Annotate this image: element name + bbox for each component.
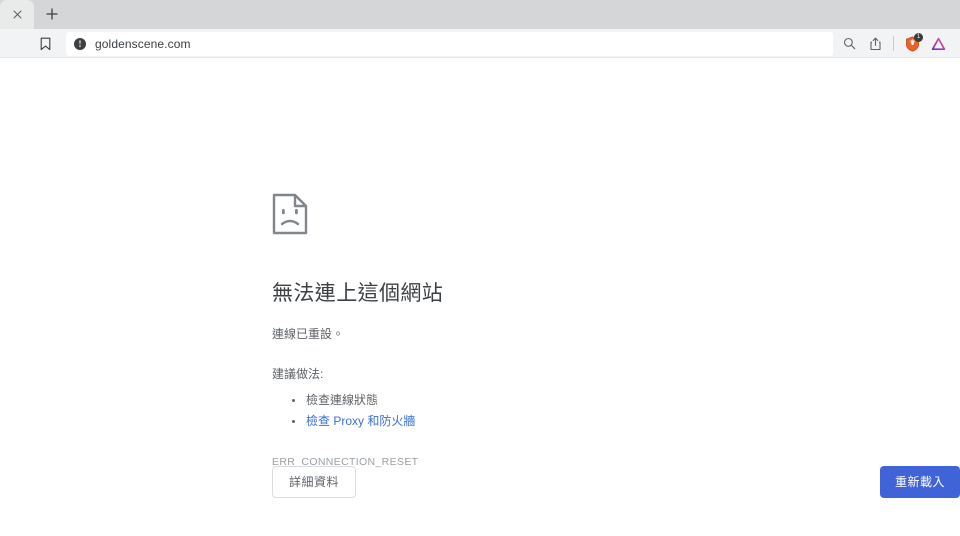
address-bar[interactable]: ! goldenscene.com xyxy=(66,31,833,56)
bookmark-icon[interactable] xyxy=(30,30,60,58)
shield-badge-count: 1 xyxy=(914,32,923,42)
search-icon[interactable] xyxy=(837,32,861,56)
reload-button[interactable]: 重新載入 xyxy=(879,466,960,499)
not-secure-info-icon[interactable]: ! xyxy=(74,37,86,50)
suggestion-text: 檢查連線狀態 xyxy=(306,393,379,407)
new-tab-button[interactable] xyxy=(38,0,66,28)
error-action-row: 詳細資料 重新載入 xyxy=(272,466,960,499)
brave-shield-icon[interactable]: 1 xyxy=(900,32,924,56)
browser-toolbar: ! goldenscene.com 1 xyxy=(0,29,960,58)
share-icon[interactable] xyxy=(863,32,887,56)
address-bar-url: goldenscene.com xyxy=(95,36,191,51)
list-item[interactable]: 檢查 Proxy 和防火牆 xyxy=(292,411,732,432)
error-subtitle: 連線已重設。 xyxy=(272,327,345,341)
browser-window: ! goldenscene.com 1 無法連上這個網站 連線已重設。 建議做法… xyxy=(0,0,960,536)
sad-page-icon xyxy=(272,193,308,235)
toolbar-divider xyxy=(893,36,894,51)
page-viewport: 無法連上這個網站 連線已重設。 建議做法: 檢查連線狀態 檢查 Proxy 和防… xyxy=(0,58,960,536)
browser-tab-active[interactable] xyxy=(0,0,34,29)
close-icon[interactable] xyxy=(9,7,25,23)
suggestions-label: 建議做法: xyxy=(272,367,324,381)
proxy-firewall-link[interactable]: 檢查 Proxy 和防火牆 xyxy=(306,414,415,428)
list-item: 檢查連線狀態 xyxy=(292,390,732,411)
page-title: 無法連上這個網站 xyxy=(272,282,444,305)
error-content: 無法連上這個網站 連線已重設。 建議做法: 檢查連線狀態 檢查 Proxy 和防… xyxy=(272,193,732,468)
details-button[interactable]: 詳細資料 xyxy=(272,466,357,499)
suggestions-list: 檢查連線狀態 檢查 Proxy 和防火牆 xyxy=(272,390,732,432)
toolbar-actions: 1 xyxy=(837,32,950,56)
triangle-extension-icon[interactable] xyxy=(926,32,950,56)
tab-strip xyxy=(0,0,960,29)
